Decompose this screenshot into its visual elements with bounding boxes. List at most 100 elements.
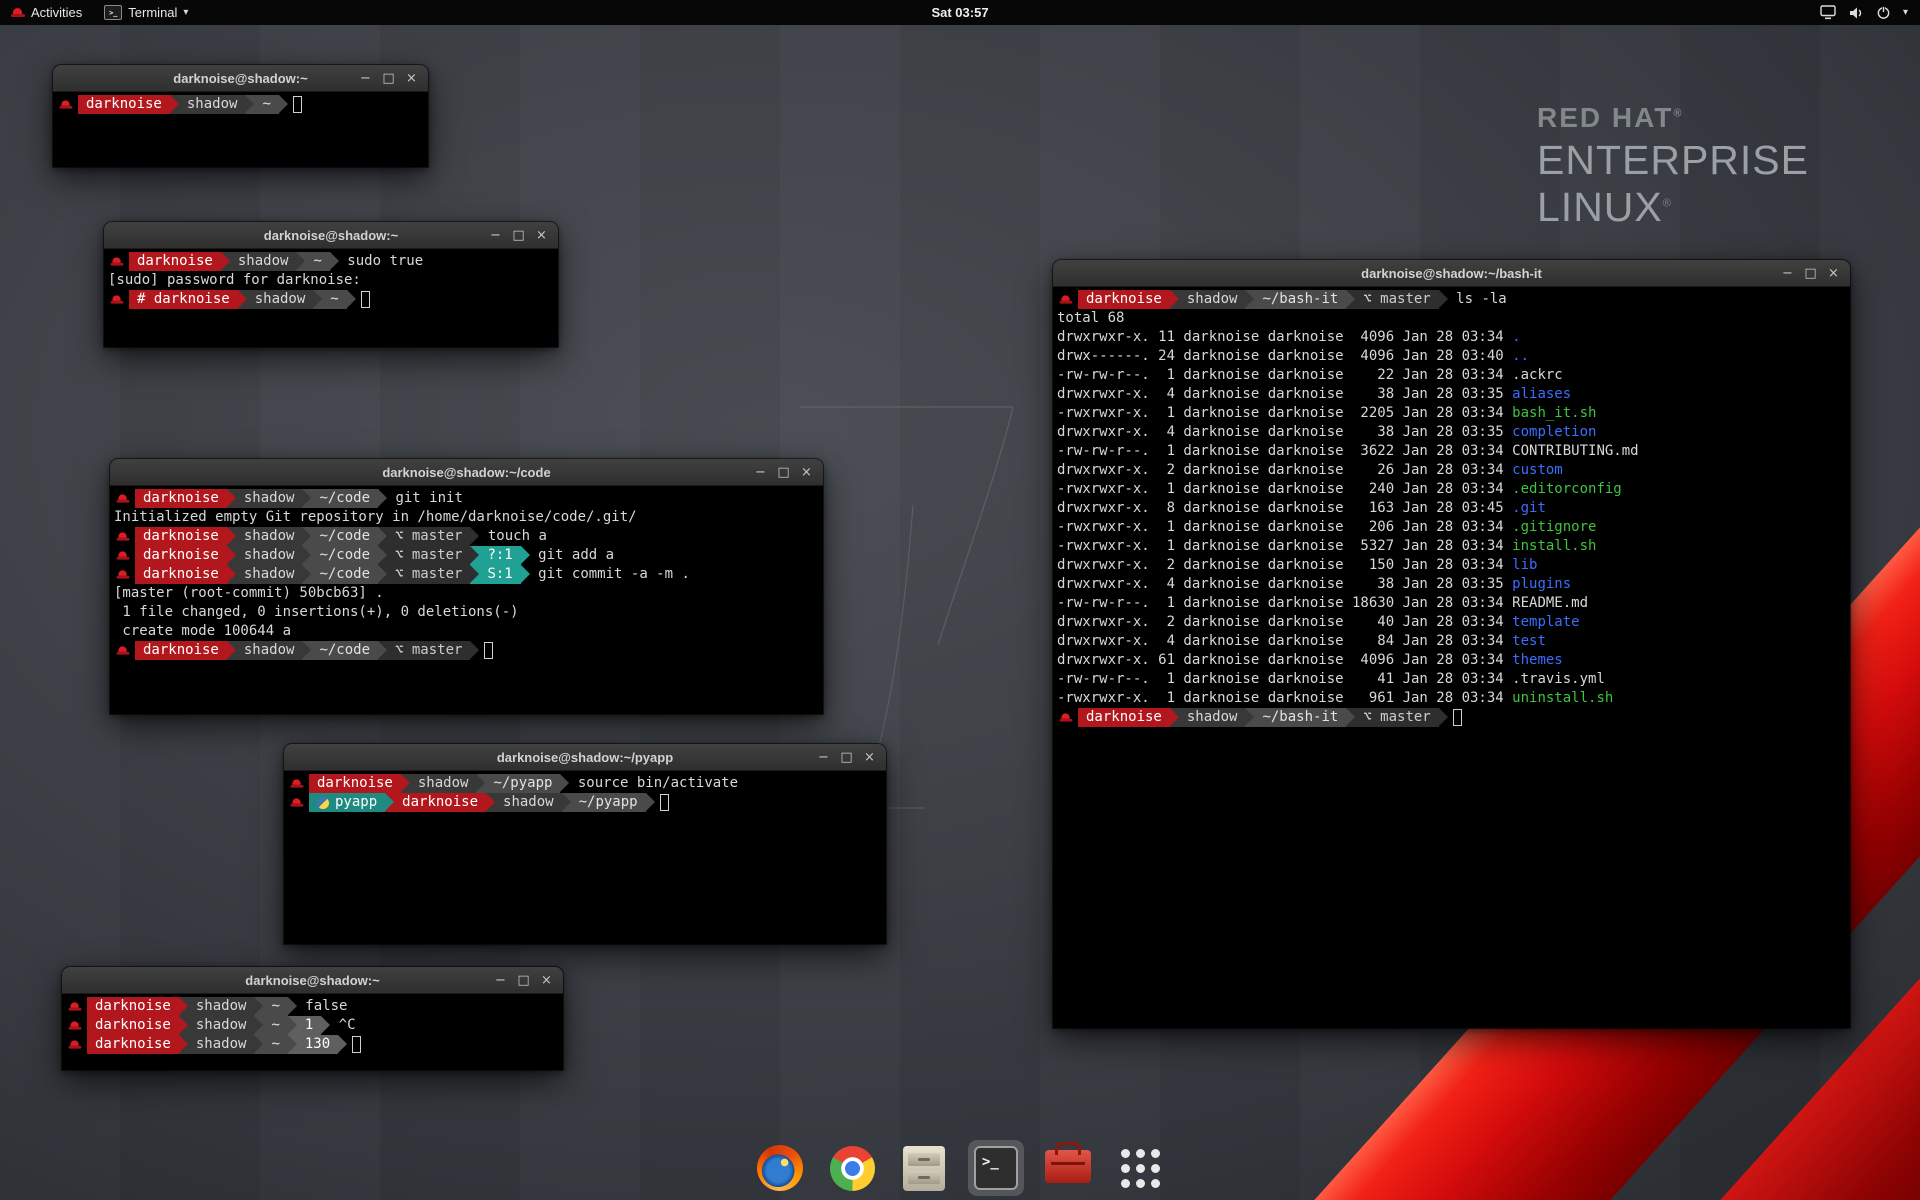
powerline-arrow-icon [470,546,479,565]
firefox-icon [757,1145,803,1191]
grid-dot [1121,1179,1130,1188]
terminal-text: total 68 [1057,309,1124,328]
grid-dot [1121,1149,1130,1158]
titlebar[interactable]: darknoise@shadow:~/bash-it − □ × [1053,260,1850,287]
terminal-line: darknoiseshadow~/bash-it⌥ master [1057,708,1850,727]
dock-terminal-button[interactable]: >_ [968,1140,1024,1196]
powerline-arrow-shape [1346,290,1355,308]
terminal-content[interactable]: darknoiseshadow~ [53,92,428,167]
titlebar[interactable]: darknoise@shadow:~ − □ × [62,967,563,994]
maximize-button[interactable]: □ [1799,266,1822,281]
terminal-window-pyapp: darknoise@shadow:~/pyapp − □ × darknoise… [284,744,886,944]
terminal-line: drwxrwxr-x. 61 darknoise darknoise 4096 … [1057,651,1850,670]
maximize-button[interactable]: □ [835,750,858,765]
minimize-button[interactable]: − [812,750,835,765]
powerline-arrow-icon [279,95,288,114]
maximize-button[interactable]: □ [512,973,535,988]
grid-dot [1136,1149,1145,1158]
brand-redhat-text: RED HAT [1537,102,1673,133]
prompt-segment-user: darknoise [129,252,221,271]
chevron-down-icon: ▾ [1903,7,1908,18]
terminal-text: Initialized empty Git repository in /hom… [114,508,637,527]
close-button[interactable]: × [1822,266,1845,281]
terminal-text: .git [1512,499,1546,518]
redhat-prompt-icon [60,99,73,109]
prompt-segment-host: shadow [1179,708,1246,727]
powerline-arrow-icon [1346,708,1355,727]
minimize-button[interactable]: − [354,71,377,86]
redhat-prompt-icon [291,778,304,788]
terminal-text: [master (root-commit) 50bcb63] . [114,584,384,603]
terminal-text: drwxrwxr-x. 11 darknoise darknoise 4096 … [1057,328,1512,347]
powerline-arrow-icon [1245,290,1254,309]
maximize-button[interactable]: □ [507,228,530,243]
prompt-segment-venv: pyapp [309,793,385,812]
powerline-arrow-shape [254,1035,263,1053]
dock-files-button[interactable] [896,1140,952,1196]
close-button[interactable]: × [858,750,881,765]
toolbox-icon [1045,1150,1091,1183]
activities-button[interactable]: Activities [0,0,93,25]
powerline-arrow-icon [302,641,311,660]
minimize-button[interactable]: − [489,973,512,988]
dock: >_ [0,1140,1920,1196]
titlebar[interactable]: darknoise@shadow:~ − □ × [104,222,558,249]
prompt-segment-host: shadow [230,252,297,271]
prompt-segment-user: darknoise [1078,290,1170,309]
prompt-segment-path: ~ [305,252,329,271]
powerline-arrow-icon [227,489,236,508]
terminal-text: -rwxrwxr-x. 1 darknoise darknoise 240 Ja… [1057,480,1512,499]
prompt-segment-path: ~/code [311,565,378,584]
prompt-segment-user: darknoise [87,1035,179,1054]
close-button[interactable]: × [400,71,423,86]
dock-firefox-button[interactable] [752,1140,808,1196]
close-button[interactable]: × [795,465,818,480]
dock-chrome-button[interactable] [824,1140,880,1196]
close-button[interactable]: × [530,228,553,243]
minimize-button[interactable]: − [749,465,772,480]
titlebar[interactable]: darknoise@shadow:~/pyapp − □ × [284,744,886,771]
terminal-text: themes [1512,651,1563,670]
terminal-text: completion [1512,423,1596,442]
powerline-arrow-icon [378,565,387,584]
terminal-text: drwxrwxr-x. 61 darknoise darknoise 4096 … [1057,651,1512,670]
terminal-line: darknoiseshadow~ false [66,997,563,1016]
terminal-text: false [297,997,348,1016]
prompt-segment-path: ~ [263,1035,287,1054]
app-menu-terminal[interactable]: >_ Terminal ▾ [93,0,199,25]
maximize-button[interactable]: □ [772,465,795,480]
minimize-button[interactable]: − [484,228,507,243]
redhat-prompt-icon [111,294,124,304]
terminal-text: custom [1512,461,1563,480]
prompt-segment-host: shadow [179,95,246,114]
powerline-arrow-icon [179,997,188,1016]
redhat-prompt-icon [291,797,304,807]
terminal-text: git add a [530,546,614,565]
powerline-arrow-icon [254,1016,263,1035]
minimize-button[interactable]: − [1776,266,1799,281]
titlebar[interactable]: darknoise@shadow:~/code − □ × [110,459,823,486]
terminal-content[interactable]: darknoiseshadow~ sudo true[sudo] passwor… [104,249,558,347]
titlebar[interactable]: darknoise@shadow:~ − □ × [53,65,428,92]
clock[interactable]: Sat 03:57 [925,0,994,25]
powerline-arrow-icon [1346,290,1355,309]
prompt-segment-git: ⌥ master [387,527,470,546]
dock-show-applications-button[interactable] [1112,1140,1168,1196]
grid-dot [1151,1164,1160,1173]
powerline-arrow-icon [1245,708,1254,727]
terminal-window-code: darknoise@shadow:~/code − □ × darknoises… [110,459,823,714]
terminal-content[interactable]: darknoiseshadow~/pyapp source bin/activa… [284,771,886,944]
dock-toolbox-button[interactable] [1040,1140,1096,1196]
terminal-text: drwxrwxr-x. 2 darknoise darknoise 40 Jan… [1057,613,1512,632]
prompt-segment-user: darknoise [135,489,227,508]
powerline-arrow-icon [227,565,236,584]
system-status-area[interactable]: ▾ [1820,0,1920,25]
terminal-content[interactable]: darknoiseshadow~/bash-it⌥ master ls -lat… [1053,287,1850,1028]
window-title: darknoise@shadow:~/pyapp [497,750,673,765]
terminal-content[interactable]: darknoiseshadow~/code git initInitialize… [110,486,823,714]
redhat-logo-icon [11,7,25,18]
maximize-button[interactable]: □ [377,71,400,86]
close-button[interactable]: × [535,973,558,988]
terminal-content[interactable]: darknoiseshadow~ falsedarknoiseshadow~1 … [62,994,563,1070]
terminal-line: drwx------. 24 darknoise darknoise 4096 … [1057,347,1850,366]
